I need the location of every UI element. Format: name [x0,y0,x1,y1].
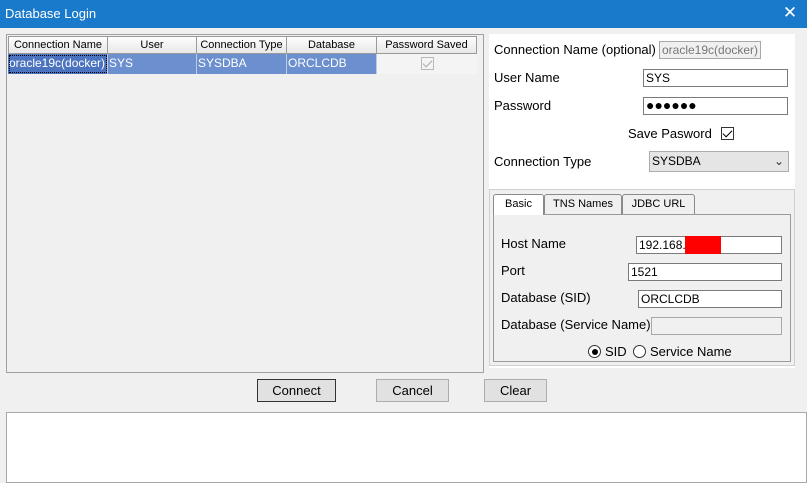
service-name-label: Database (Service Name) [501,317,651,332]
sid-label: Database (SID) [501,290,591,305]
column-header-connection-type[interactable]: Connection Type [197,36,287,54]
column-header-user[interactable]: User [108,36,197,54]
password-saved-checkbox [421,57,434,70]
connection-name-field[interactable]: oracle19c(docker) [659,41,761,59]
column-header-password-saved[interactable]: Password Saved [377,36,477,54]
user-name-field[interactable]: SYS [643,69,788,87]
tab-tns-names[interactable]: TNS Names [544,194,622,214]
title-bar: Database Login ✕ [0,0,807,28]
password-field[interactable]: ●●●●●● [643,97,788,115]
cell-user[interactable]: SYS [108,54,197,74]
close-icon[interactable]: ✕ [780,2,800,24]
connection-type-label: Connection Type [494,154,592,169]
host-name-value: 192.168. [639,238,686,252]
radio-service-name-label: Service Name [650,344,732,359]
tab-basic[interactable]: Basic [493,194,544,215]
connection-tabs: Basic TNS Names JDBC URL Host Name 192.1… [489,189,795,366]
cell-connection-type[interactable]: SYSDBA [197,54,287,74]
window-title: Database Login [5,6,97,21]
cell-password-saved[interactable] [377,54,477,74]
radio-sid[interactable] [588,345,601,358]
table-row[interactable]: oracle19c(docker) SYS SYSDBA ORCLCDB [8,54,477,74]
dialog-body: Connection Name User Connection Type Dat… [0,28,807,483]
connections-table: Connection Name User Connection Type Dat… [6,34,484,373]
message-log[interactable] [6,412,807,483]
port-label: Port [501,263,525,278]
save-password-label: Save Pasword [628,126,712,141]
cell-connection-name[interactable]: oracle19c(docker) [8,54,108,74]
user-name-label: User Name [494,70,560,85]
table-header: Connection Name User Connection Type Dat… [8,36,477,54]
connection-name-label: Connection Name (optional) [494,42,656,57]
column-header-database[interactable]: Database [287,36,377,54]
cell-database[interactable]: ORCLCDB [287,54,377,74]
connection-type-select[interactable]: SYSDBA ⌄ [649,151,789,172]
tab-jdbc-url[interactable]: JDBC URL [622,194,695,214]
clear-button[interactable]: Clear [484,379,547,402]
sid-field[interactable]: ORCLCDB [638,290,782,308]
port-field[interactable]: 1521 [628,263,782,281]
service-name-field[interactable] [651,317,782,335]
connect-button[interactable]: Connect [257,379,336,402]
password-label: Password [494,98,552,113]
host-name-label: Host Name [501,236,567,251]
redaction-box [685,236,721,254]
chevron-down-icon: ⌄ [773,154,784,168]
radio-sid-label: SID [605,344,627,359]
radio-service-name[interactable] [633,345,646,358]
cancel-button[interactable]: Cancel [376,379,449,402]
save-password-checkbox[interactable] [721,127,734,140]
connection-type-value: SYSDBA [652,154,701,168]
basic-tab-panel: Host Name 192.168. Port 1521 Database (S… [493,214,791,362]
column-header-connection-name[interactable]: Connection Name [8,36,108,54]
